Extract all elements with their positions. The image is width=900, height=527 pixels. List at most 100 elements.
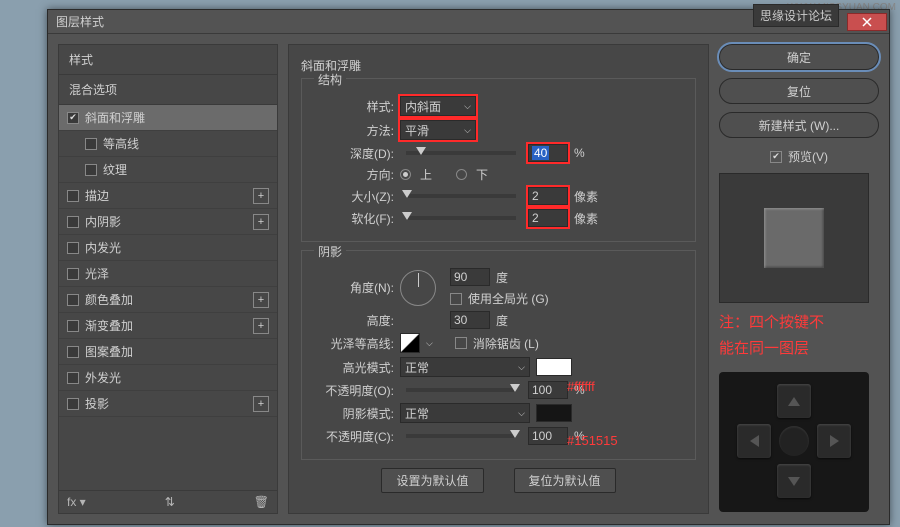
note-line2: 能在同一图层 [719, 339, 879, 359]
angle-input[interactable]: 90 [450, 268, 490, 286]
highlight-mode-label: 高光模式: [314, 359, 394, 376]
shadow-mode-select[interactable]: 正常⌵ [400, 403, 530, 423]
sidebar-item-label: 纹理 [103, 161, 127, 178]
depth-input[interactable]: 40 [528, 144, 568, 162]
sidebar-item-label: 颜色叠加 [85, 291, 133, 308]
structure-fieldset: 结构 样式: 内斜面⌵ 方法: 平滑⌵ 深度(D): 40 % 方向: [301, 78, 696, 242]
styles-header[interactable]: 样式 [59, 45, 277, 75]
sidebar-item-label: 内发光 [85, 239, 121, 256]
direction-up-radio[interactable] [400, 169, 411, 180]
sidebar-item-color-overlay[interactable]: 颜色叠加 + [59, 287, 277, 313]
add-icon[interactable]: + [253, 318, 269, 334]
checkbox-icon[interactable] [85, 138, 97, 150]
sidebar-footer: fx ▾ ⇅ 🗑 [59, 490, 277, 513]
soften-slider[interactable] [406, 216, 516, 220]
sidebar-item-gradient-overlay[interactable]: 渐变叠加 + [59, 313, 277, 339]
reset-default-button[interactable]: 复位为默认值 [514, 468, 616, 493]
gloss-contour-picker[interactable] [400, 333, 420, 353]
style-select[interactable]: 内斜面⌵ [400, 96, 476, 116]
sidebar-item-outer-glow[interactable]: 外发光 [59, 365, 277, 391]
dpad-illustration [719, 372, 869, 512]
chevron-down-icon: ⌵ [464, 101, 471, 112]
chevron-down-icon: ⌵ [518, 362, 525, 373]
size-input[interactable]: 2 [528, 187, 568, 205]
sidebar-item-label: 光泽 [85, 265, 109, 282]
depth-slider[interactable] [406, 151, 516, 155]
checkbox-icon[interactable] [67, 190, 79, 202]
add-icon[interactable]: + [253, 188, 269, 204]
sidebar-item-pattern-overlay[interactable]: 图案叠加 [59, 339, 277, 365]
checkbox-icon[interactable] [67, 372, 79, 384]
checkbox-icon[interactable] [67, 398, 79, 410]
sidebar-item-inner-shadow[interactable]: 内阴影 + [59, 209, 277, 235]
sidebar-item-texture[interactable]: 纹理 [59, 157, 277, 183]
checkbox-icon[interactable] [67, 216, 79, 228]
altitude-label: 高度: [314, 312, 394, 329]
dpad-up-icon [777, 384, 811, 418]
chevron-down-icon: ⌵ [518, 408, 525, 419]
close-button[interactable] [847, 13, 887, 31]
shadow-fieldset: 阴影 角度(N): 90 度 使用全局光 (G) [301, 250, 696, 460]
annotation-dark: #151515 [567, 433, 618, 448]
checkbox-icon[interactable] [67, 346, 79, 358]
preview-label: 预览(V) [788, 148, 828, 165]
preview-checkbox[interactable] [770, 151, 782, 163]
add-icon[interactable]: + [253, 214, 269, 230]
cancel-button[interactable]: 复位 [719, 78, 879, 104]
fx-icon[interactable]: fx ▾ [67, 495, 86, 509]
checkbox-icon[interactable] [67, 294, 79, 306]
checkbox-icon[interactable] [67, 268, 79, 280]
new-style-button[interactable]: 新建样式 (W)... [719, 112, 879, 138]
soften-label: 软化(F): [314, 210, 394, 227]
sidebar-item-satin[interactable]: 光泽 [59, 261, 277, 287]
highlight-mode-select[interactable]: 正常⌵ [400, 357, 530, 377]
panel-title: 斜面和浮雕 [301, 57, 696, 74]
antialias-checkbox[interactable] [455, 337, 467, 349]
sidebar-item-inner-glow[interactable]: 内发光 [59, 235, 277, 261]
highlight-opacity-slider[interactable] [406, 388, 516, 392]
window-title: 图层样式 [56, 13, 847, 30]
add-icon[interactable]: + [253, 396, 269, 412]
unit-label: 像素 [574, 210, 598, 227]
structure-legend: 结构 [314, 71, 346, 88]
blend-options-header[interactable]: 混合选项 [59, 75, 277, 105]
soften-input[interactable]: 2 [528, 209, 568, 227]
sidebar-item-label: 渐变叠加 [85, 317, 133, 334]
dpad-center-icon [779, 426, 809, 456]
shadow-opacity-slider[interactable] [406, 434, 516, 438]
depth-label: 深度(D): [314, 145, 394, 162]
make-default-button[interactable]: 设置为默认值 [381, 468, 483, 493]
global-light-checkbox[interactable] [450, 293, 462, 305]
style-label: 样式: [314, 98, 394, 115]
checkbox-icon[interactable] [67, 242, 79, 254]
styles-sidebar: 样式 混合选项 斜面和浮雕 等高线 纹理 描边 + 内阴影 [58, 44, 278, 514]
sidebar-item-drop-shadow[interactable]: 投影 + [59, 391, 277, 417]
direction-down-radio[interactable] [456, 169, 467, 180]
sidebar-item-label: 投影 [85, 395, 109, 412]
ok-button[interactable]: 确定 [719, 44, 879, 70]
shadow-color-swatch[interactable] [536, 404, 572, 422]
right-panel: 确定 复位 新建样式 (W)... 预览(V) 注：四个按键不 能在同一图层 [719, 44, 879, 514]
method-select[interactable]: 平滑⌵ [400, 120, 476, 140]
shadow-opacity-input[interactable]: 100 [528, 427, 568, 445]
checkbox-icon[interactable] [67, 320, 79, 332]
checkbox-icon[interactable] [85, 164, 97, 176]
size-slider[interactable] [406, 194, 516, 198]
sidebar-item-stroke[interactable]: 描边 + [59, 183, 277, 209]
altitude-input[interactable]: 30 [450, 311, 490, 329]
dpad-right-icon [817, 424, 851, 458]
chevron-down-icon[interactable]: ⌵ [426, 338, 433, 349]
highlight-color-swatch[interactable] [536, 358, 572, 376]
shadow-mode-label: 阴影模式: [314, 405, 394, 422]
angle-wheel[interactable] [400, 270, 436, 306]
highlight-opacity-input[interactable]: 100 [528, 381, 568, 399]
trash-icon[interactable]: 🗑 [254, 495, 269, 509]
unit-label: 像素 [574, 188, 598, 205]
sidebar-item-label: 图案叠加 [85, 343, 133, 360]
checkbox-icon[interactable] [67, 112, 79, 124]
sidebar-item-bevel[interactable]: 斜面和浮雕 [59, 105, 277, 131]
sidebar-item-contour[interactable]: 等高线 [59, 131, 277, 157]
add-icon[interactable]: + [253, 292, 269, 308]
arrows-icon[interactable]: ⇅ [165, 495, 175, 509]
layer-style-dialog: 图层样式 样式 混合选项 斜面和浮雕 等高线 纹理 描边 [47, 9, 890, 525]
